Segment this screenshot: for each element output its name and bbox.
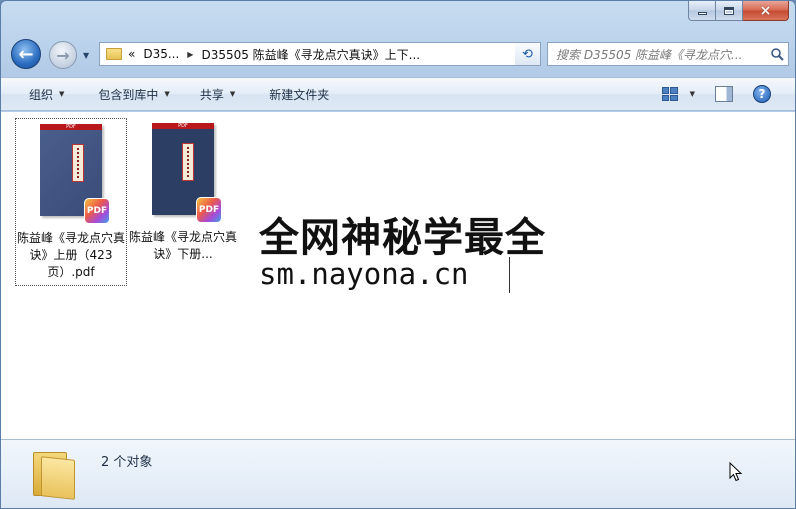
forward-button[interactable]: → xyxy=(49,41,77,69)
close-button[interactable]: × xyxy=(743,1,789,21)
view-controls: ▼ ? xyxy=(661,78,795,110)
chevron-down-icon: ▼ xyxy=(229,90,236,98)
preview-pane-icon[interactable] xyxy=(715,86,733,102)
breadcrumb-overflow[interactable]: « xyxy=(128,47,135,61)
include-in-library-menu[interactable]: 包含到库中 ▼ xyxy=(74,78,179,110)
back-button[interactable]: ← xyxy=(11,39,41,69)
thumbnail-pdf-banner: PDF xyxy=(178,123,188,129)
help-icon[interactable]: ? xyxy=(753,85,771,103)
maximize-icon xyxy=(724,6,734,15)
maximize-button[interactable] xyxy=(716,1,743,21)
search-input[interactable]: 搜索 D35505 陈益峰《寻龙点穴... xyxy=(547,42,789,66)
thumbnail-pdf-banner: PDF xyxy=(66,124,76,130)
change-view-icon[interactable] xyxy=(661,87,678,101)
navigation-bar: ← → ▼ « D35... ▶ D35505 陈益峰《寻龙点穴真诀》上下...… xyxy=(9,37,789,69)
mouse-cursor-icon xyxy=(729,462,743,482)
search-icon[interactable] xyxy=(770,47,784,61)
file-item[interactable]: PDF PDF 陈益峰《寻龙点穴真诀》上册（423页）.pdf xyxy=(15,118,127,286)
command-bar: 组织 ▼ 包含到库中 ▼ 共享 ▼ 新建文件夹 ▼ ? xyxy=(1,77,795,111)
minimize-button[interactable] xyxy=(688,1,716,21)
recent-pages-dropdown[interactable]: ▼ xyxy=(83,51,93,61)
breadcrumb-separator-icon[interactable]: ▶ xyxy=(187,50,193,59)
watermark: 全网神秘学最全 sm.nayona.cn xyxy=(251,205,549,303)
file-list[interactable]: PDF PDF 陈益峰《寻龙点穴真诀》上册（423页）.pdf PDF PDF … xyxy=(1,112,795,439)
include-in-library-label: 包含到库中 xyxy=(98,87,159,102)
folder-icon xyxy=(31,448,75,500)
breadcrumb-item-current[interactable]: D35505 陈益峰《寻龙点穴真诀》上下... xyxy=(201,46,420,63)
search-placeholder: 搜索 D35505 陈益峰《寻龙点穴... xyxy=(556,47,743,62)
chevron-down-icon: ▼ xyxy=(164,90,170,98)
share-label: 共享 xyxy=(199,87,224,102)
refresh-icon: ⟲ xyxy=(522,46,533,62)
back-arrow-icon: ← xyxy=(18,43,34,65)
forward-arrow-icon: → xyxy=(56,45,70,65)
breadcrumb: « D35... ▶ D35505 陈益峰《寻龙点穴真诀》上下... xyxy=(128,46,420,63)
text-caret xyxy=(509,257,510,293)
details-pane: 2 个对象 xyxy=(1,439,795,508)
chevron-down-icon: ▼ xyxy=(59,90,65,98)
pdf-icon: PDF xyxy=(196,197,222,223)
pdf-thumbnail: PDF PDF xyxy=(40,124,110,224)
new-folder-button[interactable]: 新建文件夹 xyxy=(245,78,339,110)
book-title-strip xyxy=(182,143,194,181)
breadcrumb-item[interactable]: D35... xyxy=(143,47,179,61)
watermark-url: sm.nayona.cn xyxy=(259,257,469,291)
caption-buttons: × xyxy=(688,1,789,23)
minimize-icon xyxy=(697,12,707,15)
address-bar[interactable]: « D35... ▶ D35505 陈益峰《寻龙点穴真诀》上下... ▼ xyxy=(99,42,541,66)
organize-label: 组织 xyxy=(29,87,54,102)
share-menu[interactable]: 共享 ▼ xyxy=(180,78,245,110)
view-options-chevron-icon[interactable]: ▼ xyxy=(690,90,695,98)
organize-menu[interactable]: 组织 ▼ xyxy=(1,78,74,110)
book-title-strip xyxy=(72,144,84,182)
file-item[interactable]: PDF PDF 陈益峰《寻龙点穴真诀》下册... xyxy=(127,118,239,286)
close-icon: × xyxy=(759,2,772,19)
pdf-thumbnail: PDF PDF xyxy=(152,123,222,223)
item-count: 2 个对象 xyxy=(101,455,153,470)
new-folder-label: 新建文件夹 xyxy=(269,87,330,102)
folder-icon xyxy=(106,48,122,60)
watermark-title: 全网神秘学最全 xyxy=(259,215,546,261)
pdf-icon: PDF xyxy=(84,198,110,224)
file-name[interactable]: 陈益峰《寻龙点穴真诀》上册（423页）.pdf xyxy=(17,230,125,281)
refresh-button[interactable]: ⟲ xyxy=(515,42,541,66)
explorer-window: × ← → ▼ « D35... ▶ D35505 陈益峰《寻龙点穴真诀》上下.… xyxy=(0,0,796,509)
file-name[interactable]: 陈益峰《寻龙点穴真诀》下册... xyxy=(129,229,237,263)
